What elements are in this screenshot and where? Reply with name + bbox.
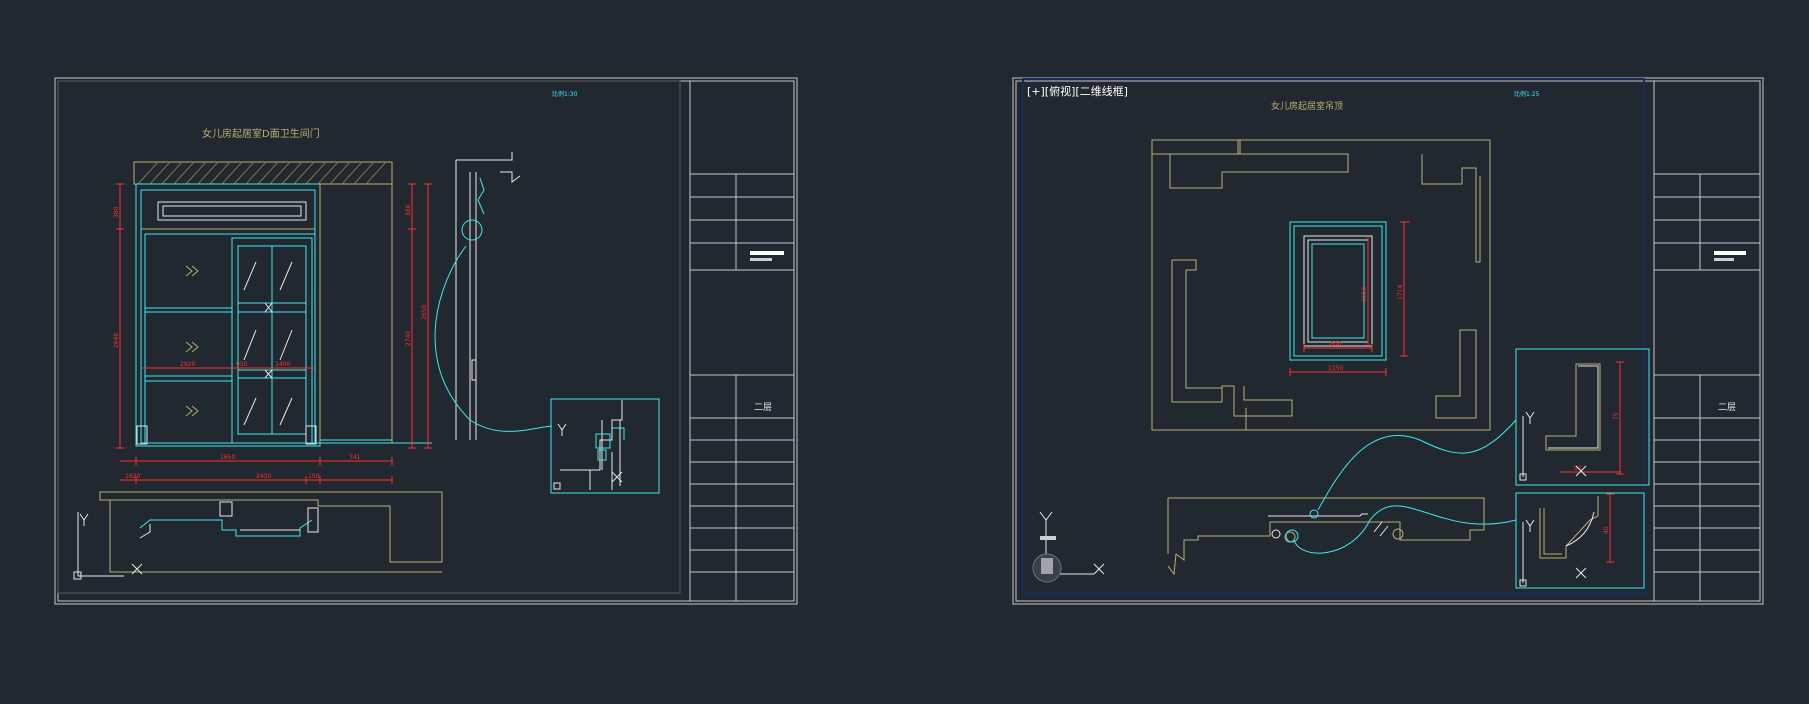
left-sheet-scale: 比例1:30	[552, 91, 578, 98]
right-logo-text	[1714, 258, 1734, 261]
dim-1150: 1150	[1328, 365, 1343, 372]
left-plan-view[interactable]	[99, 491, 443, 573]
left-section[interactable]	[434, 152, 553, 440]
navigation-wheel-icon[interactable]	[1032, 536, 1062, 583]
right-logo-bar	[1714, 251, 1746, 255]
dim-2430: 2430	[256, 473, 271, 480]
dim-741: 741	[349, 454, 361, 461]
left-sheet[interactable]: 1650 1620 2430 150 741 2920 950 1400 380…	[54, 77, 798, 605]
left-sheet-border-outer	[54, 77, 798, 605]
left-logo-bar	[750, 251, 784, 255]
dim-1650: 1650	[220, 454, 235, 461]
ceiling-light-box[interactable]	[1289, 221, 1387, 361]
dim-1400: 1400	[275, 361, 290, 368]
right-section[interactable]	[1167, 419, 1517, 576]
dim-1620: 1620	[125, 473, 140, 480]
right-sheet-title: 女儿房起居室吊顶	[1271, 102, 1344, 112]
viewport-label[interactable]: [+][俯视][二维线框]	[1027, 86, 1128, 97]
left-sheet-drawing-area	[57, 80, 681, 594]
dim-v-1550: 1550	[1361, 287, 1368, 302]
right-detail-box-1[interactable]	[1515, 348, 1650, 486]
left-level-label: 二层	[754, 403, 773, 413]
dim-v-380b: 380	[405, 204, 412, 216]
left-title-block	[689, 81, 794, 601]
dim-v-40: 40	[1603, 526, 1610, 534]
left-logo-text	[750, 258, 772, 261]
right-title-block	[1653, 81, 1760, 601]
right-level-label: 二层	[1718, 403, 1737, 413]
dim-v-1714: 1714	[1397, 285, 1404, 300]
door-elevation[interactable]	[133, 161, 432, 447]
right-sheet-border-inner	[1015, 80, 1761, 602]
dim-v-2650: 2650	[421, 305, 428, 320]
dim-950: 950	[236, 361, 248, 368]
dim-v-380a: 380	[113, 206, 120, 218]
right-sheet-border-outer	[1012, 77, 1764, 605]
ceiling-plan[interactable]	[1151, 139, 1491, 431]
dim-v-2640: 2640	[113, 333, 120, 348]
left-sheet-border-inner	[57, 80, 795, 602]
dim-v-2740: 2740	[405, 331, 412, 346]
right-sheet-scale: 比例1:25	[1514, 91, 1540, 98]
drawing-canvas[interactable]: 1650 1620 2430 150 741 2920 950 1400 380…	[0, 0, 1809, 704]
left-ucs-icon	[73, 512, 143, 580]
right-dimensions	[1289, 221, 1624, 563]
dim-800: 800	[1330, 341, 1342, 348]
left-detail-box[interactable]	[550, 398, 660, 494]
right-detail-box-2[interactable]	[1515, 492, 1645, 589]
dim-2920: 2920	[180, 361, 195, 368]
left-sheet-title: 女儿房起居室D面卫生间门	[202, 129, 320, 140]
dim-v-75: 75	[1613, 412, 1620, 420]
right-sheet[interactable]: 800 1150 90 1550 1714 75 40	[1012, 77, 1764, 605]
dim-150: 150	[308, 473, 320, 480]
